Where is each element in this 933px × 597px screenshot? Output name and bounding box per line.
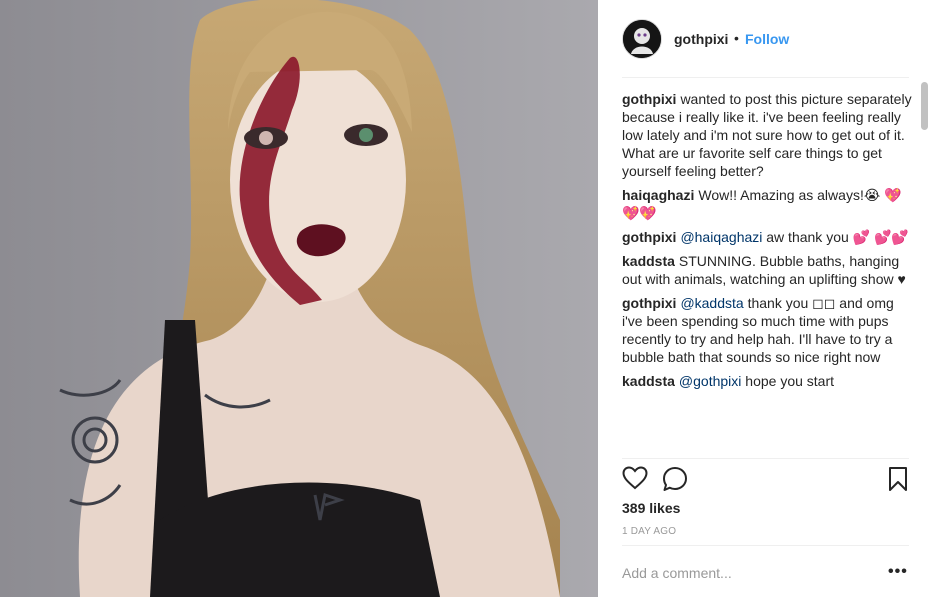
comment-item: haiqaghazi Wow!! Amazing as always!😭 💖💖💖 [622,186,912,222]
post-timestamp[interactable]: 1 DAY AGO [622,526,676,537]
comment-item: gothpixi @haiqaghazi aw thank you 💕 💕💕 [622,228,912,246]
comment-username[interactable]: gothpixi [622,229,676,245]
comments-scrollbar[interactable] [919,78,931,458]
comment-text: hope you start [745,373,835,389]
scrollbar-thumb[interactable] [921,82,928,130]
caption-username[interactable]: gothpixi [622,91,676,107]
header-divider [622,77,909,78]
avatar-image-icon [623,20,661,58]
comment-text: aw thank you 💕 💕💕 [766,229,909,245]
comment-username[interactable]: kaddsta [622,373,675,389]
comment-mention[interactable]: @haiqaghazi [680,229,762,245]
likes-count[interactable]: 389 likes [622,500,680,516]
actions-divider [622,458,909,459]
comment-username[interactable]: kaddsta [622,253,675,269]
comment-username[interactable]: haiqaghazi [622,187,694,203]
more-options-icon[interactable]: ••• [888,562,908,582]
post-photo[interactable] [0,0,598,597]
comment-mention[interactable]: @kaddsta [680,295,743,311]
comment-mention[interactable]: @gothpixi [679,373,741,389]
comment-item: kaddsta @gothpixi hope you start [622,372,912,390]
photo-illustration [0,0,598,597]
post-actions [622,466,912,494]
comment-input[interactable] [622,562,872,584]
speech-bubble-icon[interactable] [662,466,688,497]
caption: gothpixi wanted to post this picture sepa… [622,90,912,180]
follow-button[interactable]: Follow [745,31,789,47]
header-separator: • [734,30,739,46]
comment-item: gothpixi @kaddsta thank you ◻◻ and omg i'… [622,294,912,366]
comment-username[interactable]: gothpixi [622,295,676,311]
heart-icon[interactable] [622,466,648,495]
post-username[interactable]: gothpixi [674,31,728,47]
post-details-panel: gothpixi • Follow gothpixi wanted to post… [598,0,933,597]
bookmark-icon[interactable] [888,466,908,497]
comments-list[interactable]: gothpixi wanted to post this picture sepa… [622,90,912,458]
comment-divider [622,545,909,546]
avatar[interactable] [622,19,662,59]
comment-item: kaddsta STUNNING. Bubble baths, hanging o… [622,252,912,288]
